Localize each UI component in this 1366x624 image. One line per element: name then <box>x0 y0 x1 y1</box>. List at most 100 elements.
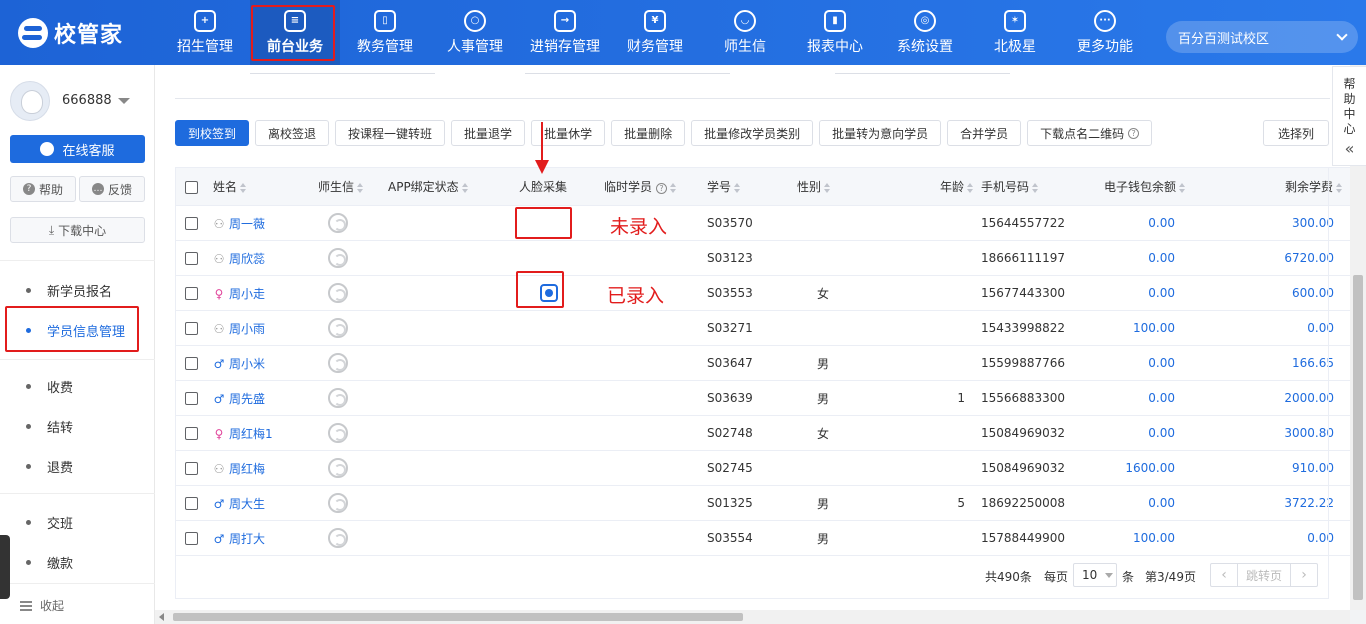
toolbar-button-8[interactable]: 合并学员 <box>947 120 1022 146</box>
student-name-link[interactable]: 周大生 <box>229 497 265 511</box>
toolbar-button-9[interactable]: 下载点名二维码? <box>1027 120 1153 146</box>
user-menu[interactable]: 666888 <box>62 93 130 108</box>
menu-item-refund[interactable]: 退费 <box>0 451 155 481</box>
remaining-fee[interactable]: 300.00 <box>1193 205 1351 241</box>
col-temp[interactable]: 临时学员? <box>604 167 707 206</box>
select-all-checkbox[interactable] <box>185 180 198 194</box>
menu-item-shift[interactable]: 交班 <box>0 507 155 537</box>
menu-item-payment[interactable]: 缴款 <box>0 547 155 577</box>
filter-field[interactable] <box>250 73 435 74</box>
toolbar-button-1[interactable]: 离校签退 <box>255 120 330 146</box>
sort-icon[interactable] <box>824 182 831 193</box>
wallet-balance[interactable]: 0.00 <box>1085 275 1194 311</box>
horizontal-scrollbar[interactable] <box>155 610 1350 624</box>
student-name-link[interactable]: 周打大 <box>229 532 265 546</box>
col-fee[interactable]: 剩余学费 <box>1193 167 1351 206</box>
sort-icon[interactable] <box>240 182 247 193</box>
teacher-student-msg-icon[interactable] <box>328 248 348 268</box>
table-row[interactable]: ♂周打大S03554男15788449900100.000.00百分百测试校区 <box>175 520 1351 556</box>
feedback-button[interactable]: … 反馈 <box>79 176 145 202</box>
next-page-icon[interactable]: › <box>1291 564 1317 586</box>
col-app[interactable]: APP绑定状态 <box>388 167 515 206</box>
sort-icon[interactable] <box>1179 182 1186 193</box>
wallet-balance[interactable]: 0.00 <box>1085 240 1194 276</box>
sort-icon[interactable] <box>1336 182 1343 193</box>
col-sid[interactable]: 学号 <box>707 167 797 206</box>
logo[interactable]: 校管家 <box>18 18 123 48</box>
avatar[interactable] <box>10 81 50 121</box>
help-center-tab[interactable]: 帮 助 中 心 « <box>1332 66 1366 166</box>
col-phone[interactable]: 手机号码 <box>977 167 1086 206</box>
wallet-balance[interactable]: 1600.00 <box>1085 450 1194 486</box>
nav-item-4[interactable]: → 进销存管理 <box>520 0 610 65</box>
row-checkbox[interactable] <box>185 392 198 405</box>
teacher-student-msg-icon[interactable] <box>328 213 348 233</box>
jump-page-input[interactable]: 跳转页 <box>1237 564 1291 586</box>
menu-item-charge[interactable]: 收费 <box>0 371 155 401</box>
teacher-student-msg-icon[interactable] <box>328 318 348 338</box>
wallet-balance[interactable]: 0.00 <box>1085 415 1194 451</box>
student-name-link[interactable]: 周红梅 <box>229 462 265 476</box>
scroll-thumb[interactable] <box>1353 275 1363 600</box>
side-handle[interactable] <box>0 535 10 599</box>
select-columns-button[interactable]: 选择列 <box>1263 120 1330 146</box>
table-row[interactable]: ♀周红梅1S02748女150849690320.003000.80百分百测试校… <box>175 415 1351 451</box>
table-row[interactable]: ♀周小走S03553女156774433000.00600.00百分百测试校区 <box>175 275 1351 311</box>
table-row[interactable]: ♂周大生S01325男5186922500080.003722.22童话艺术教育… <box>175 485 1351 521</box>
student-name-link[interactable]: 周欣蕊 <box>229 252 265 266</box>
table-row[interactable]: ⚇周欣蕊S03123186661111970.006720.00博源校区 <box>175 240 1351 276</box>
col-age[interactable]: 年龄 <box>862 167 978 206</box>
menu-item-carryover[interactable]: 结转 <box>0 411 155 441</box>
row-checkbox[interactable] <box>185 462 198 475</box>
col-wallet[interactable]: 电子钱包余额 <box>1085 167 1194 206</box>
double-chevron-left-icon[interactable]: « <box>1345 141 1355 157</box>
remaining-fee[interactable]: 3722.22 <box>1193 485 1351 521</box>
teacher-student-msg-icon[interactable] <box>328 528 348 548</box>
wallet-balance[interactable]: 100.00 <box>1085 310 1194 346</box>
col-gender[interactable]: 性别 <box>797 167 863 206</box>
teacher-student-msg-icon[interactable] <box>328 283 348 303</box>
teacher-student-msg-icon[interactable] <box>328 353 348 373</box>
nav-item-5[interactable]: ¥ 财务管理 <box>610 0 700 65</box>
remaining-fee[interactable]: 0.00 <box>1193 310 1351 346</box>
nav-item-10[interactable]: ··· 更多功能 <box>1060 0 1150 65</box>
remaining-fee[interactable]: 3000.80 <box>1193 415 1351 451</box>
nav-item-2[interactable]: ▯ 教务管理 <box>340 0 430 65</box>
prev-page-icon[interactable]: ‹ <box>1211 564 1237 586</box>
toolbar-button-5[interactable]: 批量删除 <box>611 120 686 146</box>
teacher-student-msg-icon[interactable] <box>328 458 348 478</box>
toolbar-button-3[interactable]: 批量退学 <box>451 120 526 146</box>
nav-item-9[interactable]: ✶ 北极星 <box>970 0 1060 65</box>
student-name-link[interactable]: 周小走 <box>229 287 265 301</box>
nav-item-8[interactable]: ◎ 系统设置 <box>880 0 970 65</box>
campus-select[interactable]: 百分百测试校区 <box>1166 21 1358 53</box>
toolbar-button-0[interactable]: 到校签到 <box>175 120 250 146</box>
col-name[interactable]: 姓名 <box>213 167 318 206</box>
wallet-balance[interactable]: 0.00 <box>1085 380 1194 416</box>
row-checkbox[interactable] <box>185 322 198 335</box>
sort-icon[interactable] <box>357 182 364 193</box>
nav-item-6[interactable]: ◡ 师生信 <box>700 0 790 65</box>
teacher-student-msg-icon[interactable] <box>328 493 348 513</box>
table-row[interactable]: ♂周小米S03647男155998877660.00166.65百分百测试校区 <box>175 345 1351 381</box>
wallet-balance[interactable]: 100.00 <box>1085 520 1194 556</box>
row-checkbox[interactable] <box>185 427 198 440</box>
nav-item-3[interactable]: ○ 人事管理 <box>430 0 520 65</box>
teacher-student-msg-icon[interactable] <box>328 388 348 408</box>
nav-item-7[interactable]: ▮ 报表中心 <box>790 0 880 65</box>
row-checkbox[interactable] <box>185 287 198 300</box>
wallet-balance[interactable]: 0.00 <box>1085 205 1194 241</box>
student-name-link[interactable]: 周红梅1 <box>229 427 273 441</box>
row-checkbox[interactable] <box>185 217 198 230</box>
student-name-link[interactable]: 周一薇 <box>229 217 265 231</box>
row-checkbox[interactable] <box>185 252 198 265</box>
remaining-fee[interactable]: 910.00 <box>1193 450 1351 486</box>
sort-icon[interactable] <box>1032 182 1039 193</box>
toolbar-button-6[interactable]: 批量修改学员类别 <box>691 120 814 146</box>
student-name-link[interactable]: 周小雨 <box>229 322 265 336</box>
wallet-balance[interactable]: 0.00 <box>1085 485 1194 521</box>
remaining-fee[interactable]: 166.65 <box>1193 345 1351 381</box>
help-button[interactable]: ? 帮助 <box>10 176 76 202</box>
collapse-sidebar-button[interactable]: 收起 <box>20 597 64 614</box>
wallet-balance[interactable]: 0.00 <box>1085 345 1194 381</box>
